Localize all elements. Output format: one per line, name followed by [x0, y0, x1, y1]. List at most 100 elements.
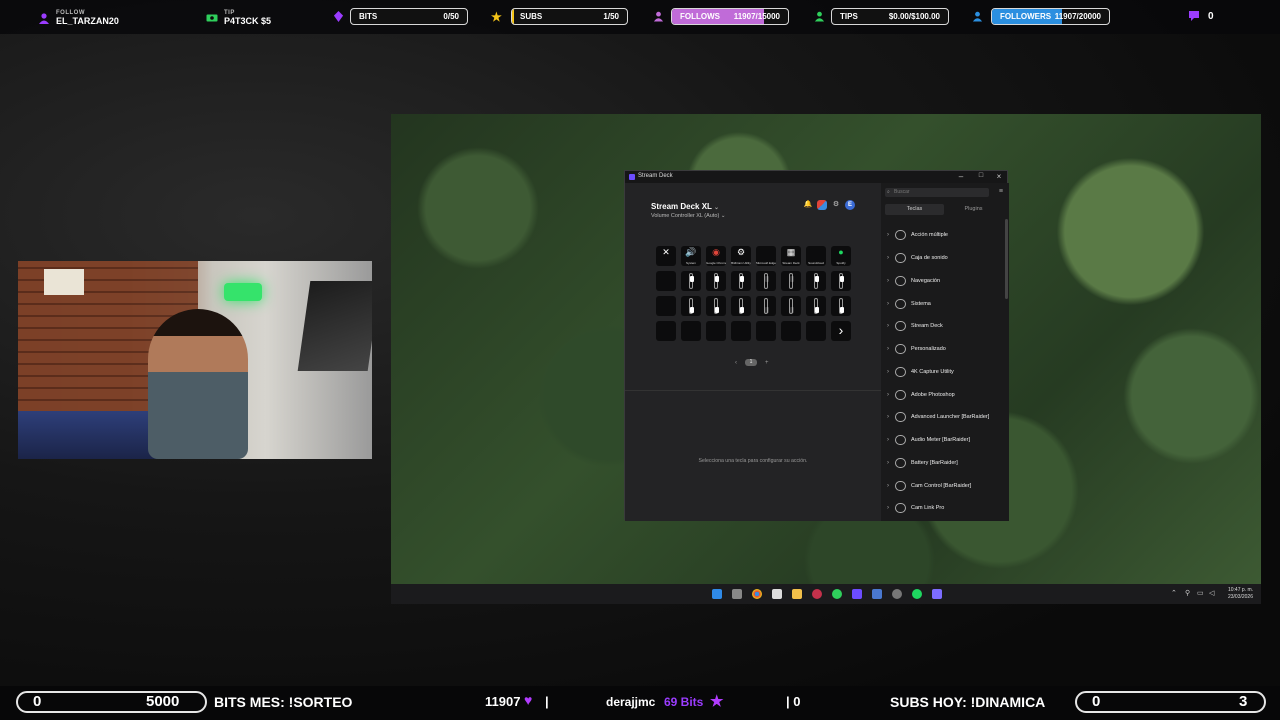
chevron-right-icon: › [887, 255, 889, 262]
scrollbar[interactable] [1005, 219, 1008, 299]
close-icon[interactable]: × [993, 172, 1005, 181]
money-icon [206, 12, 218, 24]
volume-slider-key[interactable] [806, 296, 826, 316]
profile-selector[interactable]: Volume Controller XL (Auto) ⌄ [651, 213, 725, 219]
action-category-label: Cam Control [BarRaider] [911, 482, 972, 489]
next-page-key[interactable]: › [831, 321, 851, 341]
spotify-icon[interactable] [912, 589, 922, 599]
pin-icon[interactable]: ‹ [735, 360, 737, 366]
current-page[interactable]: 1 [745, 359, 757, 366]
store-icon[interactable] [817, 200, 827, 210]
volume-slider-key[interactable] [756, 296, 776, 316]
empty-key[interactable] [706, 321, 726, 341]
maximize-icon[interactable]: □ [975, 172, 987, 179]
empty-key[interactable] [656, 271, 676, 291]
deck-key[interactable]: ◉ Google Chrome [706, 246, 726, 266]
empty-key[interactable] [681, 321, 701, 341]
volume-slider-key[interactable] [781, 296, 801, 316]
volume-slider-key[interactable] [706, 271, 726, 291]
task-view-icon[interactable] [732, 589, 742, 599]
custom-icon [895, 344, 906, 355]
deck-key[interactable]: ▦ Stream Deck [781, 246, 801, 266]
discord-icon[interactable] [932, 589, 942, 599]
action-category[interactable]: › Sistema [881, 292, 1005, 315]
follow-name: EL_TARZAN20 [56, 16, 119, 26]
account-icon[interactable]: E [845, 200, 855, 210]
last-follow: FOLLOW EL_TARZAN20 [38, 10, 119, 26]
start-icon[interactable] [712, 589, 722, 599]
action-category[interactable]: › Caja de sonido [881, 247, 1005, 270]
empty-key[interactable] [731, 321, 751, 341]
follows-goal-label: FOLLOWS [680, 12, 720, 21]
search-icon: ⌕ [887, 189, 890, 195]
action-category[interactable]: › Navegación [881, 270, 1005, 293]
bell-icon[interactable]: 🔔 [803, 200, 813, 210]
action-category[interactable]: › Adobe Photoshop [881, 383, 1005, 406]
tab-teclas[interactable]: Teclas [885, 204, 944, 215]
action-category[interactable]: › Advanced Launcher [BarRaider] [881, 406, 1005, 429]
chevron-right-icon: › [887, 368, 889, 375]
streamer-figure [148, 309, 248, 459]
action-category[interactable]: › Acción múltiple [881, 224, 1005, 247]
volume-slider-key[interactable] [831, 271, 851, 291]
empty-key[interactable] [756, 321, 776, 341]
chrome-icon[interactable] [752, 589, 762, 599]
settings-task-icon[interactable] [892, 589, 902, 599]
volume-slider-key[interactable] [706, 296, 726, 316]
empty-key[interactable] [806, 321, 826, 341]
tab-plugins[interactable]: Plugins [944, 204, 1003, 215]
deck-key[interactable]: ⚙ Bit4Cam Utility [731, 246, 751, 266]
search-placeholder: Buscar [894, 189, 910, 195]
action-category[interactable]: › Personalizado [881, 338, 1005, 361]
volume-slider-key[interactable] [681, 296, 701, 316]
volume-slider-key[interactable] [806, 271, 826, 291]
volume-slider-key[interactable] [731, 271, 751, 291]
minimize-icon[interactable]: – [955, 172, 967, 181]
volume-slider-key[interactable] [756, 271, 776, 291]
deck-key[interactable]: ✕ [656, 246, 676, 266]
chevron-up-icon[interactable]: ⌃ [1171, 589, 1177, 597]
action-category-label: 4K Capture Utility [911, 368, 954, 375]
network-icon[interactable]: ▭ [1197, 589, 1204, 597]
empty-key[interactable] [656, 321, 676, 341]
softbox-light [297, 281, 372, 371]
separator-1: | [545, 694, 549, 709]
opera-icon[interactable] [812, 589, 822, 599]
empty-key[interactable] [656, 296, 676, 316]
device-selector[interactable]: Stream Deck XL ⌄ [651, 202, 719, 211]
volume-slider-key[interactable] [731, 296, 751, 316]
action-category[interactable]: › Audio Meter [BarRaider] [881, 429, 1005, 452]
deck-key[interactable]: 🔊 System [681, 246, 701, 266]
action-category[interactable]: › 4K Capture Utility [881, 361, 1005, 384]
star-icon: ★ [491, 10, 502, 24]
add-page-icon[interactable]: + [765, 360, 769, 366]
chevron-right-icon: › [887, 346, 889, 353]
subs-goal-value: 1/50 [603, 12, 619, 21]
volume-slider-key[interactable] [681, 271, 701, 291]
stream-deck-task-icon[interactable] [852, 589, 862, 599]
file-explorer-icon[interactable] [792, 589, 802, 599]
search-input[interactable]: ⌕ Buscar [885, 188, 989, 197]
window-title: Stream Deck [638, 173, 673, 179]
system-clock[interactable]: 10:47 p. m. 23/03/2026 [1228, 587, 1253, 601]
volume-icon[interactable]: ◁ [1209, 589, 1214, 597]
action-category[interactable]: › Battery [BarRaider] [881, 452, 1005, 475]
action-category[interactable]: › Stream Deck [881, 315, 1005, 338]
volume-slider-key[interactable] [781, 271, 801, 291]
deck-key[interactable]: Microsoft Edge [756, 246, 776, 266]
app-icon[interactable] [872, 589, 882, 599]
volume-slider-key[interactable] [831, 296, 851, 316]
list-view-icon[interactable]: ≡ [999, 188, 1003, 195]
deck-key[interactable]: Soundcloud [806, 246, 826, 266]
empty-key[interactable] [781, 321, 801, 341]
chrome-alt-icon[interactable] [832, 589, 842, 599]
action-category[interactable]: › Cam Control [BarRaider] [881, 474, 1005, 497]
action-category[interactable]: › Cam Link Pro [881, 497, 1005, 520]
stream-deck-window[interactable]: Stream Deck – □ × Stream Deck XL ⌄ Volum… [624, 170, 1009, 521]
window-titlebar[interactable]: Stream Deck – □ × [625, 171, 1007, 183]
notification-icon[interactable]: ⚲ [1185, 589, 1190, 597]
store-app-icon[interactable] [772, 589, 782, 599]
deck-key[interactable]: ● Spotify [831, 246, 851, 266]
deck-key-caption: System [685, 261, 696, 265]
gear-icon[interactable]: ⚙ [831, 200, 841, 210]
